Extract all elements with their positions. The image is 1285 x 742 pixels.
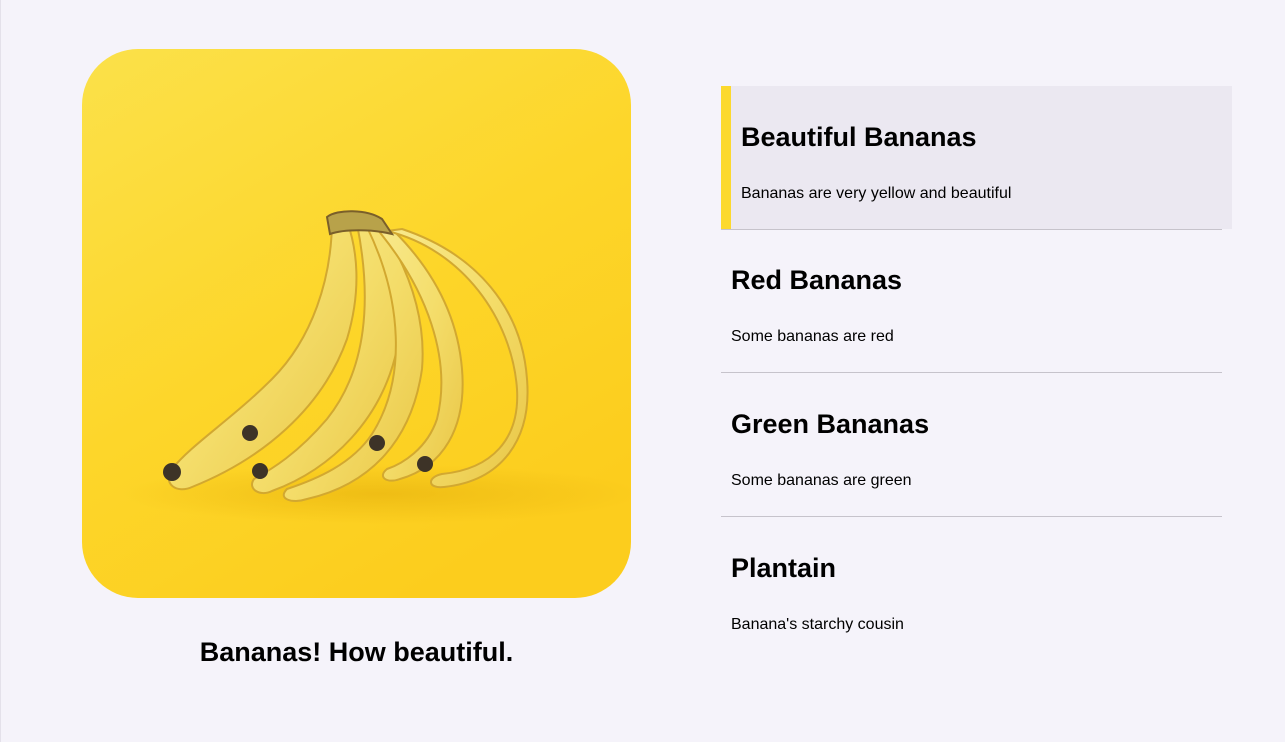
item-description: Banana's starchy cousin xyxy=(731,616,904,633)
banana-bunch-illustration xyxy=(82,49,631,598)
list-item-beautiful-bananas[interactable]: Beautiful Bananas Bananas are very yello… xyxy=(721,86,1232,230)
list-item-red-bananas[interactable]: Red Bananas Some bananas are red xyxy=(721,229,1222,373)
list-item-green-bananas[interactable]: Green Bananas Some bananas are green xyxy=(721,373,1222,517)
item-title: Green Bananas xyxy=(731,409,930,439)
item-title: Beautiful Bananas xyxy=(741,122,977,152)
hero-caption: Bananas! How beautiful. xyxy=(199,637,514,667)
list-item-plantain[interactable]: Plantain Banana's starchy cousin xyxy=(721,517,1222,661)
item-title: Red Bananas xyxy=(731,265,903,295)
banana-list: Beautiful Bananas Bananas are very yello… xyxy=(721,86,1232,661)
item-title: Plantain xyxy=(731,553,837,583)
item-description: Some bananas are green xyxy=(731,472,912,489)
page: Bananas! How beautiful. Beautiful Banana… xyxy=(0,0,1285,742)
item-description: Bananas are very yellow and beautiful xyxy=(741,185,1012,202)
banana-image xyxy=(82,49,631,598)
item-description: Some bananas are red xyxy=(731,328,894,345)
